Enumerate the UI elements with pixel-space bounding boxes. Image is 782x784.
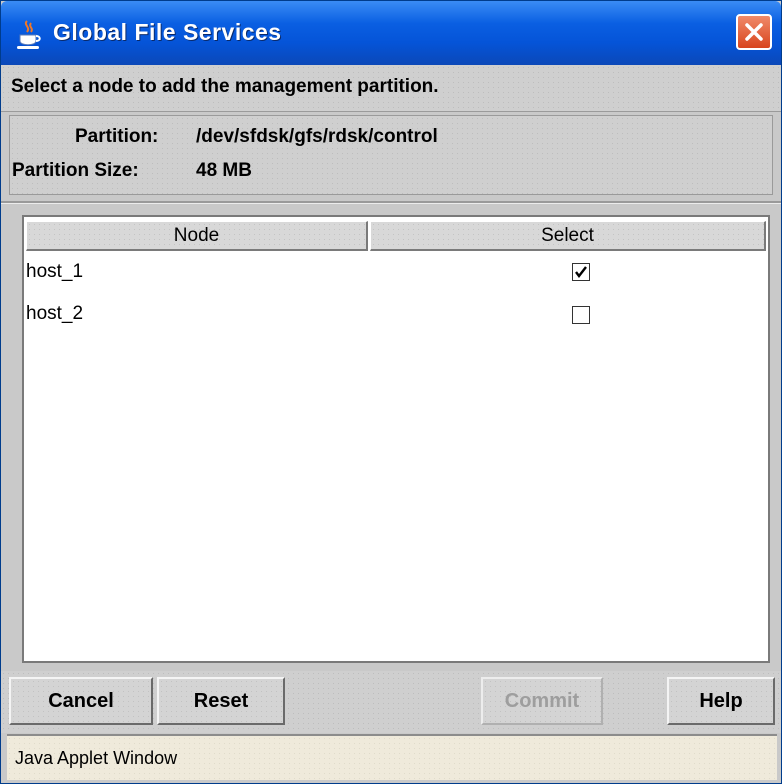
status-text: Java Applet Window — [15, 748, 178, 768]
partition-value: /dev/sfdsk/gfs/rdsk/control — [196, 126, 438, 147]
java-cup-icon — [17, 20, 41, 49]
close-icon — [745, 23, 763, 41]
node-name-cell: host_2 — [26, 303, 84, 324]
check-icon — [575, 266, 587, 278]
button-bar: Cancel Reset Commit Help — [1, 671, 781, 733]
instruction-bar: Select a node to add the management part… — [1, 65, 781, 112]
title-bar[interactable]: Global File Services — [1, 1, 781, 65]
column-header-select[interactable]: Select — [370, 221, 766, 251]
partition-size-value: 48 MB — [196, 160, 252, 181]
divider — [1, 201, 781, 204]
instruction-text: Select a node to add the management part… — [11, 76, 439, 97]
column-header-node[interactable]: Node — [26, 221, 368, 251]
node-table: Node Select host_1 host_2 — [22, 215, 770, 663]
select-checkbox[interactable] — [572, 306, 590, 324]
node-name-cell: host_1 — [26, 261, 84, 282]
partition-size-label: Partition Size: — [12, 160, 139, 181]
dialog-window: Global File Services Select a node to ad… — [0, 0, 782, 784]
partition-label: Partition: — [75, 126, 159, 147]
close-button[interactable] — [736, 14, 772, 50]
window-title: Global File Services — [53, 19, 282, 45]
cancel-button[interactable]: Cancel — [9, 677, 153, 725]
help-button[interactable]: Help — [667, 677, 775, 725]
partition-info-panel: Partition: /dev/sfdsk/gfs/rdsk/control P… — [9, 115, 773, 195]
select-checkbox[interactable] — [572, 263, 590, 281]
commit-button[interactable]: Commit — [481, 677, 603, 725]
reset-button[interactable]: Reset — [157, 677, 285, 725]
status-bar: Java Applet Window — [7, 734, 777, 780]
